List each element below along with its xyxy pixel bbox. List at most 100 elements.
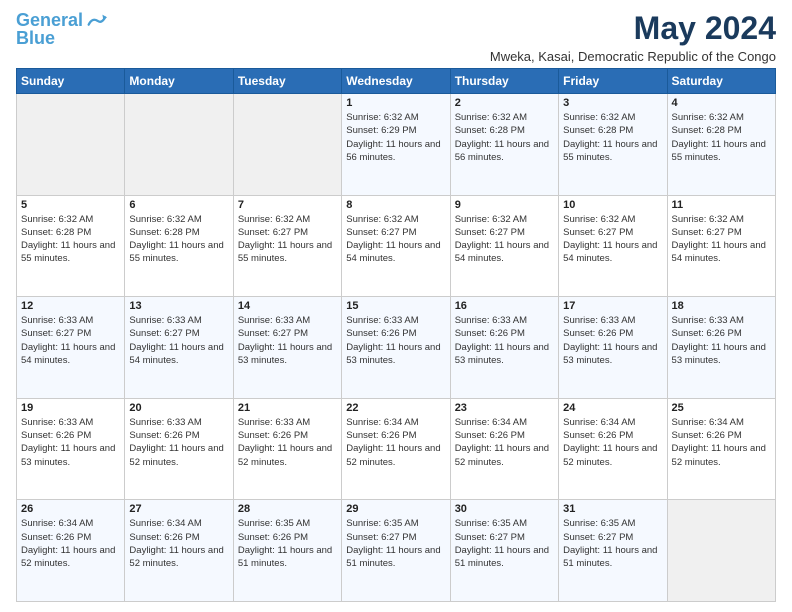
day-info: Sunrise: 6:33 AM Sunset: 6:27 PM Dayligh… bbox=[129, 314, 228, 367]
day-info: Sunrise: 6:33 AM Sunset: 6:26 PM Dayligh… bbox=[455, 314, 554, 367]
calendar-cell: 26Sunrise: 6:34 AM Sunset: 6:26 PM Dayli… bbox=[17, 500, 125, 602]
day-info: Sunrise: 6:33 AM Sunset: 6:26 PM Dayligh… bbox=[238, 416, 337, 469]
calendar-cell: 7 Sunrise: 6:32 AM Sunset: 6:27 PM Daylig… bbox=[233, 195, 341, 297]
calendar-cell: 19 Sunrise: 6:33 AM Sunset: 6:26 PM Dayli… bbox=[17, 398, 125, 500]
day-number: 30 bbox=[455, 503, 554, 515]
day-header-sunday: Sunday bbox=[17, 69, 125, 94]
calendar-cell bbox=[233, 94, 341, 196]
day-info: Sunrise: 6:32 AM Sunset: 6:28 PM Dayligh… bbox=[129, 213, 228, 266]
page: General Blue May 2024 Mweka, Kasai, Demo… bbox=[0, 0, 792, 612]
day-info: Sunrise: 6:32 AM Sunset: 6:27 PM Dayligh… bbox=[563, 213, 662, 266]
calendar-cell bbox=[125, 94, 233, 196]
day-number: 31 bbox=[563, 503, 662, 515]
day-number: 11 bbox=[672, 199, 771, 211]
day-number: 8 bbox=[346, 199, 445, 211]
day-info: Sunrise: 6:35 AM Sunset: 6:27 PM Dayligh… bbox=[346, 517, 445, 570]
logo: General Blue bbox=[16, 10, 107, 49]
day-header-friday: Friday bbox=[559, 69, 667, 94]
calendar-cell: 31 Sunrise: 6:35 AM Sunset: 6:27 PM Dayli… bbox=[559, 500, 667, 602]
calendar-cell: 11 Sunrise: 6:32 AM Sunset: 6:27 PM Dayli… bbox=[667, 195, 775, 297]
day-info: Sunrise: 6:32 AM Sunset: 6:28 PM Dayligh… bbox=[455, 111, 554, 164]
day-info: Sunrise: 6:33 AM Sunset: 6:26 PM Dayligh… bbox=[129, 416, 228, 469]
calendar-cell: 15 Sunrise: 6:33 AM Sunset: 6:26 PM Dayli… bbox=[342, 297, 450, 399]
day-info: Sunrise: 6:32 AM Sunset: 6:28 PM Dayligh… bbox=[563, 111, 662, 164]
day-info: Sunrise: 6:35 AM Sunset: 6:27 PM Dayligh… bbox=[563, 517, 662, 570]
calendar-cell: 20 Sunrise: 6:33 AM Sunset: 6:26 PM Dayli… bbox=[125, 398, 233, 500]
day-info: Sunrise: 6:33 AM Sunset: 6:26 PM Dayligh… bbox=[563, 314, 662, 367]
calendar-cell: 16 Sunrise: 6:33 AM Sunset: 6:26 PM Dayli… bbox=[450, 297, 558, 399]
day-number: 3 bbox=[563, 97, 662, 109]
day-info: Sunrise: 6:34 AM Sunset: 6:26 PM Dayligh… bbox=[346, 416, 445, 469]
day-info: Sunrise: 6:35 AM Sunset: 6:26 PM Dayligh… bbox=[238, 517, 337, 570]
calendar: SundayMondayTuesdayWednesdayThursdayFrid… bbox=[16, 68, 776, 602]
day-number: 10 bbox=[563, 199, 662, 211]
calendar-cell: 14 Sunrise: 6:33 AM Sunset: 6:27 PM Dayli… bbox=[233, 297, 341, 399]
day-number: 5 bbox=[21, 199, 120, 211]
title-block: May 2024 Mweka, Kasai, Democratic Republ… bbox=[490, 10, 776, 64]
week-row-4: 19 Sunrise: 6:33 AM Sunset: 6:26 PM Dayli… bbox=[17, 398, 776, 500]
calendar-cell bbox=[17, 94, 125, 196]
day-header-tuesday: Tuesday bbox=[233, 69, 341, 94]
header: General Blue May 2024 Mweka, Kasai, Demo… bbox=[16, 10, 776, 64]
calendar-cell: 23 Sunrise: 6:34 AM Sunset: 6:26 PM Dayli… bbox=[450, 398, 558, 500]
calendar-cell: 29 Sunrise: 6:35 AM Sunset: 6:27 PM Dayli… bbox=[342, 500, 450, 602]
week-row-5: 26Sunrise: 6:34 AM Sunset: 6:26 PM Dayli… bbox=[17, 500, 776, 602]
day-number: 16 bbox=[455, 300, 554, 312]
calendar-cell: 9 Sunrise: 6:32 AM Sunset: 6:27 PM Daylig… bbox=[450, 195, 558, 297]
day-number: 9 bbox=[455, 199, 554, 211]
day-info: Sunrise: 6:32 AM Sunset: 6:27 PM Dayligh… bbox=[672, 213, 771, 266]
day-number: 17 bbox=[563, 300, 662, 312]
calendar-cell: 8Sunrise: 6:32 AM Sunset: 6:27 PM Daylig… bbox=[342, 195, 450, 297]
day-info: Sunrise: 6:32 AM Sunset: 6:28 PM Dayligh… bbox=[672, 111, 771, 164]
day-info: Sunrise: 6:33 AM Sunset: 6:26 PM Dayligh… bbox=[21, 416, 120, 469]
day-number: 12 bbox=[21, 300, 120, 312]
day-number: 1 bbox=[346, 97, 445, 109]
day-number: 18 bbox=[672, 300, 771, 312]
calendar-cell: 17 Sunrise: 6:33 AM Sunset: 6:26 PM Dayli… bbox=[559, 297, 667, 399]
day-info: Sunrise: 6:35 AM Sunset: 6:27 PM Dayligh… bbox=[455, 517, 554, 570]
day-number: 2 bbox=[455, 97, 554, 109]
day-number: 23 bbox=[455, 402, 554, 414]
week-row-2: 5 Sunrise: 6:32 AM Sunset: 6:28 PM Daylig… bbox=[17, 195, 776, 297]
day-info: Sunrise: 6:33 AM Sunset: 6:26 PM Dayligh… bbox=[346, 314, 445, 367]
calendar-cell: 25 Sunrise: 6:34 AM Sunset: 6:26 PM Dayli… bbox=[667, 398, 775, 500]
day-number: 25 bbox=[672, 402, 771, 414]
calendar-cell: 27Sunrise: 6:34 AM Sunset: 6:26 PM Dayli… bbox=[125, 500, 233, 602]
day-header-wednesday: Wednesday bbox=[342, 69, 450, 94]
day-number: 14 bbox=[238, 300, 337, 312]
main-title: May 2024 bbox=[490, 10, 776, 47]
calendar-cell: 22 Sunrise: 6:34 AM Sunset: 6:26 PM Dayli… bbox=[342, 398, 450, 500]
calendar-cell: 6 Sunrise: 6:32 AM Sunset: 6:28 PM Daylig… bbox=[125, 195, 233, 297]
calendar-cell: 1 Sunrise: 6:32 AM Sunset: 6:29 PM Daylig… bbox=[342, 94, 450, 196]
day-info: Sunrise: 6:33 AM Sunset: 6:26 PM Dayligh… bbox=[672, 314, 771, 367]
calendar-cell: 12Sunrise: 6:33 AM Sunset: 6:27 PM Dayli… bbox=[17, 297, 125, 399]
calendar-cell: 21Sunrise: 6:33 AM Sunset: 6:26 PM Dayli… bbox=[233, 398, 341, 500]
day-info: Sunrise: 6:34 AM Sunset: 6:26 PM Dayligh… bbox=[455, 416, 554, 469]
day-info: Sunrise: 6:34 AM Sunset: 6:26 PM Dayligh… bbox=[21, 517, 120, 570]
day-number: 20 bbox=[129, 402, 228, 414]
day-number: 19 bbox=[21, 402, 120, 414]
day-info: Sunrise: 6:32 AM Sunset: 6:29 PM Dayligh… bbox=[346, 111, 445, 164]
day-number: 22 bbox=[346, 402, 445, 414]
day-number: 7 bbox=[238, 199, 337, 211]
day-number: 28 bbox=[238, 503, 337, 515]
day-number: 15 bbox=[346, 300, 445, 312]
day-info: Sunrise: 6:33 AM Sunset: 6:27 PM Dayligh… bbox=[238, 314, 337, 367]
calendar-cell: 10 Sunrise: 6:32 AM Sunset: 6:27 PM Dayli… bbox=[559, 195, 667, 297]
day-number: 13 bbox=[129, 300, 228, 312]
day-header-saturday: Saturday bbox=[667, 69, 775, 94]
day-number: 29 bbox=[346, 503, 445, 515]
day-header-thursday: Thursday bbox=[450, 69, 558, 94]
week-row-3: 12 Sunrise: 6:33 AM Sunset: 6:27 PM Dayli… bbox=[17, 297, 776, 399]
day-info: Sunrise: 6:34 AM Sunset: 6:26 PM Dayligh… bbox=[563, 416, 662, 469]
day-info: Sunrise: 6:32 AM Sunset: 6:27 PM Dayligh… bbox=[238, 213, 337, 266]
day-number: 4 bbox=[672, 97, 771, 109]
calendar-cell: 4 Sunrise: 6:32 AM Sunset: 6:28 PM Daylig… bbox=[667, 94, 775, 196]
day-number: 6 bbox=[129, 199, 228, 211]
calendar-cell: 13 Sunrise: 6:33 AM Sunset: 6:27 PM Dayli… bbox=[125, 297, 233, 399]
day-header-monday: Monday bbox=[125, 69, 233, 94]
day-info: Sunrise: 6:34 AM Sunset: 6:26 PM Dayligh… bbox=[672, 416, 771, 469]
day-info: Sunrise: 6:32 AM Sunset: 6:27 PM Dayligh… bbox=[455, 213, 554, 266]
calendar-header-row: SundayMondayTuesdayWednesdayThursdayFrid… bbox=[17, 69, 776, 94]
day-info: Sunrise: 6:32 AM Sunset: 6:28 PM Dayligh… bbox=[21, 213, 120, 266]
